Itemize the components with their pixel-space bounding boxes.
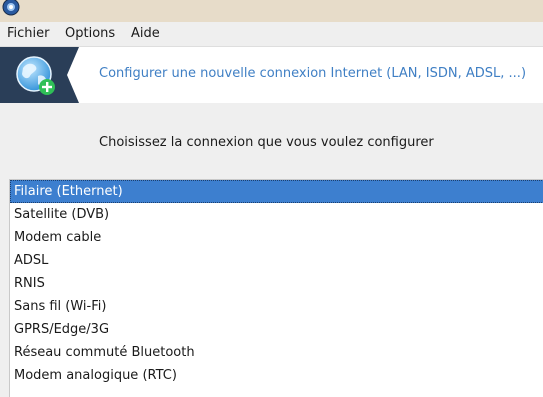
connection-prompt: Choisissez la connexion que vous voulez … xyxy=(99,135,434,150)
menu-fichier[interactable]: Fichier xyxy=(7,26,50,41)
network-globe-add-icon xyxy=(16,56,55,95)
list-item-satellite-dvb[interactable]: Satellite (DVB) xyxy=(10,203,543,226)
header-title: Configurer une nouvelle connexion Intern… xyxy=(99,66,527,81)
list-item-filaire-ethernet[interactable]: Filaire (Ethernet) xyxy=(10,180,543,203)
list-item-modem-analogique-rtc[interactable]: Modem analogique (RTC) xyxy=(10,364,543,387)
app-gear-icon[interactable] xyxy=(2,0,20,16)
list-item-sans-fil-wifi[interactable]: Sans fil (Wi-Fi) xyxy=(10,295,543,318)
menu-bar: Fichier Options Aide xyxy=(0,22,543,47)
header-icon-panel xyxy=(0,47,79,103)
header-notch xyxy=(67,47,79,103)
menu-options[interactable]: Options xyxy=(65,26,115,41)
window-titlebar xyxy=(0,0,543,22)
connection-type-list[interactable]: Filaire (Ethernet) Satellite (DVB) Modem… xyxy=(9,179,543,397)
list-item-adsl[interactable]: ADSL xyxy=(10,249,543,272)
wizard-header: Configurer une nouvelle connexion Intern… xyxy=(0,47,543,103)
menu-aide[interactable]: Aide xyxy=(131,26,160,41)
list-item-reseau-bluetooth[interactable]: Réseau commuté Bluetooth xyxy=(10,341,543,364)
list-item-gprs-edge-3g[interactable]: GPRS/Edge/3G xyxy=(10,318,543,341)
list-item-rnis[interactable]: RNIS xyxy=(10,272,543,295)
list-item-modem-cable[interactable]: Modem cable xyxy=(10,226,543,249)
